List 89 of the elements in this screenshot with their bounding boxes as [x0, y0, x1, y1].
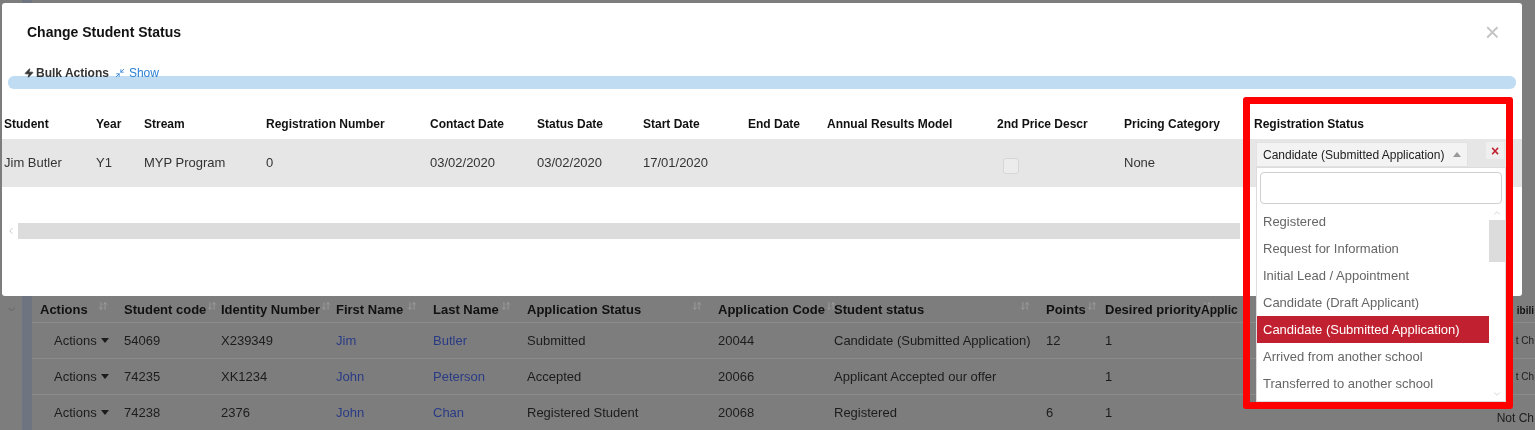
name-link[interactable]: John	[336, 366, 365, 387]
table-cell-text: X239349	[221, 331, 274, 350]
scroll-down-icon[interactable]	[1492, 389, 1502, 399]
column-header: End Date	[747, 116, 801, 133]
table-cell-text: t Ch	[1515, 370, 1534, 384]
table-cell-text: 1	[1105, 403, 1113, 422]
dialog-title: Change Student Status	[27, 22, 181, 42]
name-link[interactable]: Peterson	[433, 366, 486, 387]
column-header[interactable]: Identity Number	[221, 300, 320, 320]
table-cell-text: 2376	[221, 403, 250, 422]
caret-icon	[100, 338, 109, 343]
name-link[interactable]: Butler	[433, 330, 467, 351]
remove-button[interactable]: ×	[1486, 142, 1504, 159]
name-link[interactable]: Chan	[433, 402, 465, 423]
bulk-actions-label: Bulk Actions	[36, 65, 109, 82]
column-header[interactable]: Student status	[834, 300, 925, 320]
show-link[interactable]: Show	[114, 64, 159, 82]
table-cell-text: 03/02/2020	[430, 154, 496, 173]
sort-icon[interactable]	[825, 301, 836, 311]
table-cell-text: Submitted	[527, 331, 586, 350]
table-cell-text: 54069	[124, 331, 161, 350]
caret-icon	[100, 410, 109, 415]
dropdown-option[interactable]: Candidate (Draft Applicant)	[1257, 289, 1489, 316]
scroll-left-icon[interactable]	[6, 226, 16, 236]
dropdown-option[interactable]: Registered	[1257, 208, 1489, 235]
column-header: Stream	[143, 116, 186, 133]
table-cell-text: 17/01/2020	[643, 154, 709, 173]
table-cell-text: Jim Butler	[4, 154, 62, 173]
column-header[interactable]: Student code	[124, 300, 207, 320]
horizontal-scrollbar[interactable]	[18, 223, 1240, 239]
column-header: 2nd Price Descr	[996, 116, 1089, 133]
table-cell-text: Registered	[834, 403, 897, 422]
table-cell-text: Y1	[96, 154, 112, 173]
column-header: Student	[3, 116, 50, 133]
column-header: Start Date	[642, 116, 701, 133]
column-header[interactable]: Applic	[1201, 301, 1238, 319]
table-cell-text: Accepted	[527, 367, 582, 386]
table-cell-text: MYP Program	[144, 154, 226, 173]
column-header[interactable]: Points	[1046, 300, 1086, 320]
table-cell-text: Registered Student	[527, 403, 639, 422]
table-cell-text: 74238	[124, 403, 161, 422]
dropdown-option[interactable]: Candidate (Submitted Application)	[1257, 316, 1489, 343]
search-field[interactable]	[1260, 172, 1502, 204]
actions-menu-button[interactable]: Actions	[54, 402, 109, 423]
table-cell-text: Not Ch	[1496, 410, 1534, 427]
column-header[interactable]: Actions	[40, 300, 88, 320]
column-header: Registration Number	[265, 116, 386, 133]
table-cell-text: XK1234	[221, 367, 268, 386]
lightning-icon	[24, 68, 34, 78]
column-header[interactable]: ibili	[1516, 302, 1534, 318]
dropdown-option[interactable]: Request for Information	[1257, 235, 1489, 262]
status-select[interactable]: Candidate (Submitted Application)	[1256, 142, 1468, 167]
dropdown-option[interactable]: Transferred to another school	[1257, 370, 1489, 397]
column-header[interactable]: Desired priority	[1105, 300, 1202, 320]
column-header: Pricing Category	[1123, 116, 1222, 133]
table-cell-text: 6	[1046, 403, 1054, 422]
table-cell-text: 20068	[718, 403, 755, 422]
table-cell-text: 03/02/2020	[537, 154, 603, 173]
column-header: Contact Date	[429, 116, 505, 133]
column-header: Year	[95, 116, 123, 133]
column-header[interactable]: Last Name	[433, 300, 499, 320]
name-link[interactable]: Jim	[336, 330, 357, 351]
table-cell-text: None	[1124, 154, 1156, 173]
table-cell-text: 1	[1105, 331, 1113, 350]
table-cell-text: Candidate (Submitted Application)	[834, 331, 1031, 350]
actions-menu-button[interactable]: Actions	[54, 366, 109, 387]
dropdown-option[interactable]: Initial Lead / Appointment	[1257, 262, 1489, 289]
table-cell-text: 20044	[718, 331, 755, 350]
dropdown-option[interactable]: Arrived from another school	[1257, 343, 1489, 370]
column-header: Status Date	[536, 116, 605, 133]
table-cell-text: 1	[1105, 367, 1113, 386]
table-cell-text: Applicant Accepted our offer	[834, 367, 997, 386]
shrink-icon	[114, 68, 125, 78]
scrollbar-thumb[interactable]	[1489, 220, 1505, 262]
name-link[interactable]: John	[336, 402, 365, 423]
column-header: Registration Status	[1253, 116, 1365, 133]
table-cell-text: 74235	[124, 367, 161, 386]
table-cell-text: 0	[266, 154, 274, 173]
scroll-up-icon[interactable]	[1492, 208, 1502, 218]
table-cell-text: 12	[1046, 331, 1061, 350]
actions-menu-button[interactable]: Actions	[54, 330, 109, 351]
column-header[interactable]: Application Code	[718, 300, 825, 320]
column-header[interactable]: First Name	[336, 300, 404, 320]
caret-icon	[1453, 152, 1461, 157]
column-header: Annual Results Model	[826, 116, 954, 133]
caret-icon	[100, 374, 109, 379]
column-header[interactable]: Application Status	[527, 300, 642, 320]
table-cell-text: t Ch	[1515, 334, 1534, 348]
table-cell-text: 20066	[718, 367, 755, 386]
